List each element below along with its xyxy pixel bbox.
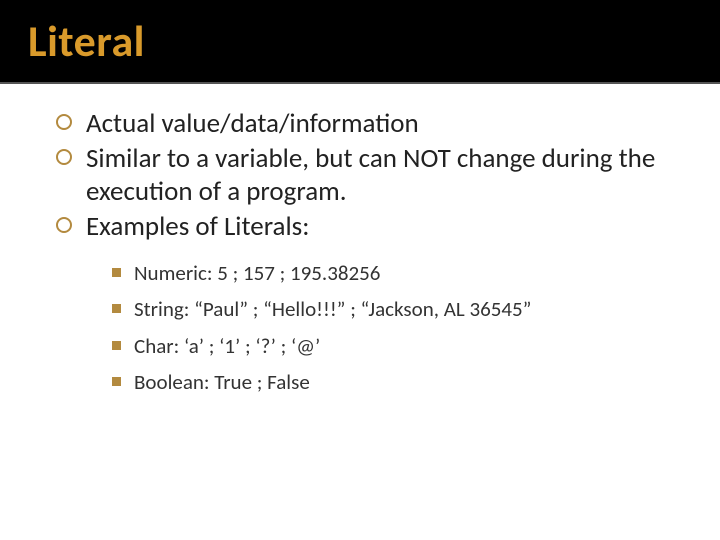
square-bullet-icon	[112, 341, 121, 350]
sub-text: Char: ‘a’ ; ‘1’ ; ‘?’ ; ‘@’	[134, 333, 320, 359]
sub-item: Boolean: True ; False	[112, 367, 684, 397]
sub-item: String: “Paul” ; “Hello!!!” ; “Jackson, …	[112, 294, 684, 324]
sub-item: Numeric: 5 ; 157 ; 195.38256	[112, 258, 684, 288]
bullet-text: Examples of Literals:	[86, 210, 309, 243]
circle-bullet-icon	[56, 114, 72, 130]
circle-bullet-icon	[56, 217, 72, 233]
slide-title: Literal	[28, 14, 700, 68]
bullet-item: Similar to a variable, but can NOT chang…	[56, 143, 684, 209]
main-bullet-list: Actual value/data/information Similar to…	[56, 108, 684, 398]
bullet-text: Actual value/data/information	[86, 107, 419, 140]
square-bullet-icon	[112, 268, 121, 277]
bullet-item: Actual value/data/information	[56, 108, 684, 141]
bullet-item: Examples of Literals: Numeric: 5 ; 157 ;…	[56, 211, 684, 398]
square-bullet-icon	[112, 304, 121, 313]
square-bullet-icon	[112, 377, 121, 386]
slide-body: Actual value/data/information Similar to…	[0, 84, 720, 424]
sub-bullet-list: Numeric: 5 ; 157 ; 195.38256 String: “Pa…	[112, 258, 684, 398]
sub-text: Numeric: 5 ; 157 ; 195.38256	[134, 260, 380, 286]
circle-bullet-icon	[56, 149, 72, 165]
sub-text: String: “Paul” ; “Hello!!!” ; “Jackson, …	[134, 296, 531, 322]
slide-header: Literal	[0, 0, 720, 84]
sub-item: Char: ‘a’ ; ‘1’ ; ‘?’ ; ‘@’	[112, 331, 684, 361]
bullet-text: Similar to a variable, but can NOT chang…	[86, 142, 655, 208]
sub-text: Boolean: True ; False	[134, 369, 310, 395]
